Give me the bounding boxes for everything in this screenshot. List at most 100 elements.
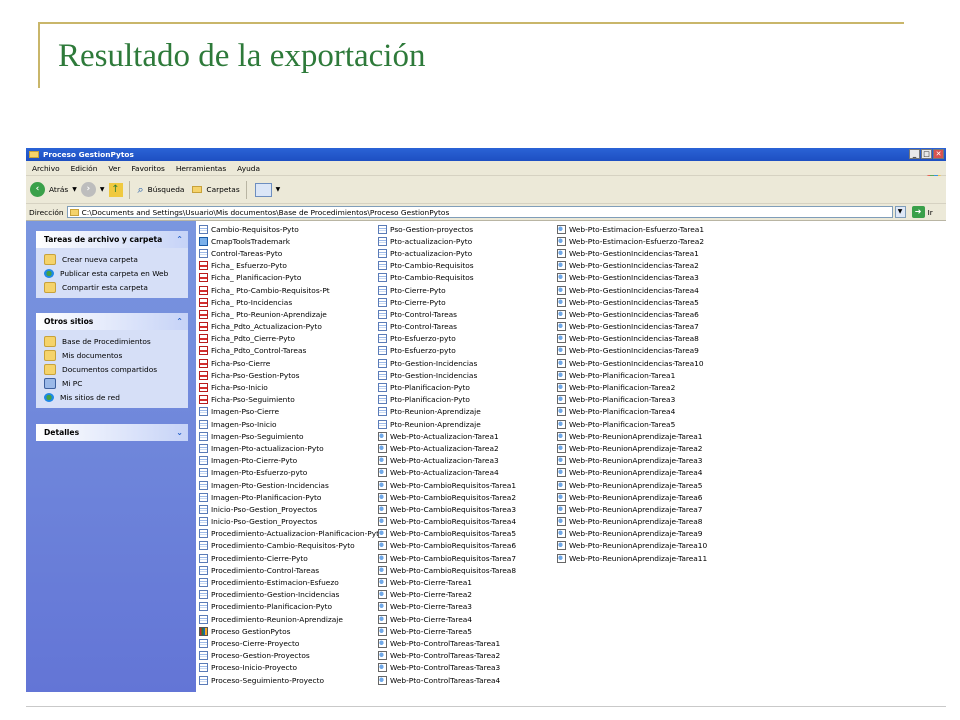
file-item[interactable]: Pto-Cierre-Pyto	[378, 284, 516, 296]
file-item[interactable]: Proceso-Cierre-Proyecto	[199, 637, 384, 649]
file-item[interactable]: Web-Pto-CambioRequisitos-Tarea6	[378, 540, 516, 552]
file-item[interactable]: Web-Pto-ReunionAprendizaje-Tarea10	[557, 540, 707, 552]
file-item[interactable]: Web-Pto-ReunionAprendizaje-Tarea4	[557, 467, 707, 479]
file-item[interactable]: Web-Pto-CambioRequisitos-Tarea5	[378, 528, 516, 540]
file-item[interactable]: Web-Pto-Planificacion-Tarea5	[557, 418, 707, 430]
file-item[interactable]: Web-Pto-GestionIncidencias-Tarea1	[557, 247, 707, 259]
place-base-procedimientos[interactable]: Base de Procedimientos	[44, 334, 182, 348]
file-item[interactable]: Ficha_Pdto_Actualizacion-Pyto	[199, 321, 384, 333]
file-item[interactable]: Web-Pto-Cierre-Tarea1	[378, 576, 516, 588]
menu-archivo[interactable]: Archivo	[32, 164, 60, 173]
file-item[interactable]: Ficha_ Pto-Incidencias	[199, 296, 384, 308]
file-item[interactable]: Imagen-Pto-Cierre-Pyto	[199, 455, 384, 467]
file-item[interactable]: Web-Pto-ControlTareas-Tarea4	[378, 674, 516, 686]
file-item[interactable]: Web-Pto-GestionIncidencias-Tarea4	[557, 284, 707, 296]
file-item[interactable]: Pto-Cambio-Requisitos	[378, 260, 516, 272]
file-item[interactable]: Ficha_Pdto_Cierre-Pyto	[199, 333, 384, 345]
file-item[interactable]: Imagen-Pto-actualizacion-Pyto	[199, 442, 384, 454]
file-item[interactable]: Ficha_Pdto_Control-Tareas	[199, 345, 384, 357]
file-item[interactable]: Ficha_ Planificacion-Pyto	[199, 272, 384, 284]
chevron-down-icon[interactable]: ▼	[276, 186, 281, 193]
file-item[interactable]: Ficha-Pso-Inicio	[199, 381, 384, 393]
panel-header[interactable]: Tareas de archivo y carpeta ⌃	[36, 231, 188, 248]
file-item[interactable]: Ficha_ Pto-Reunion-Aprendizaje	[199, 308, 384, 320]
file-item[interactable]: Web-Pto-Planificacion-Tarea2	[557, 381, 707, 393]
chevron-down-icon[interactable]: ▼	[100, 186, 105, 193]
file-item[interactable]: Web-Pto-CambioRequisitos-Tarea1	[378, 479, 516, 491]
file-item[interactable]: Procedimiento-Gestion-Incidencias	[199, 589, 384, 601]
file-item[interactable]: Web-Pto-CambioRequisitos-Tarea4	[378, 516, 516, 528]
file-item[interactable]: Ficha-Pso-Gestion-Pytos	[199, 369, 384, 381]
file-item[interactable]: Pto-Control-Tareas	[378, 321, 516, 333]
file-item[interactable]: Procedimiento-Reunion-Aprendizaje	[199, 613, 384, 625]
file-item[interactable]: Cambio-Requisitos-Pyto	[199, 223, 384, 235]
file-item[interactable]: Web-Pto-ReunionAprendizaje-Tarea7	[557, 503, 707, 515]
file-item[interactable]: Pto-Cambio-Requisitos	[378, 272, 516, 284]
file-item[interactable]: Web-Pto-CambioRequisitos-Tarea7	[378, 552, 516, 564]
back-button[interactable]: ‹ Atrás ▼	[30, 182, 77, 197]
file-item[interactable]: Web-Pto-Cierre-Tarea3	[378, 601, 516, 613]
file-item[interactable]: Web-Pto-GestionIncidencias-Tarea10	[557, 357, 707, 369]
close-button[interactable]: ✕	[933, 149, 944, 159]
file-item[interactable]: Web-Pto-Actualizacion-Tarea3	[378, 455, 516, 467]
file-item[interactable]: Web-Pto-CambioRequisitos-Tarea8	[378, 564, 516, 576]
forward-button[interactable]: › ▼	[80, 182, 105, 197]
menu-herramientas[interactable]: Herramientas	[176, 164, 226, 173]
up-folder-button[interactable]: ↑	[108, 182, 123, 197]
file-item[interactable]: Web-Pto-Planificacion-Tarea4	[557, 406, 707, 418]
file-item[interactable]: Ficha_ Esfuerzo-Pyto	[199, 260, 384, 272]
file-item[interactable]: Web-Pto-GestionIncidencias-Tarea5	[557, 296, 707, 308]
file-item[interactable]: Proceso-Gestion-Proyectos	[199, 650, 384, 662]
file-item[interactable]: Web-Pto-GestionIncidencias-Tarea8	[557, 333, 707, 345]
file-item[interactable]: Pto-Esfuerzo-pyto	[378, 345, 516, 357]
go-button[interactable]: ➜ Ir	[911, 206, 933, 218]
file-item[interactable]: Pto-Gestion-Incidencias	[378, 369, 516, 381]
chevron-down-icon[interactable]: ▼	[72, 186, 77, 193]
file-item[interactable]: Web-Pto-Actualizacion-Tarea4	[378, 467, 516, 479]
file-item[interactable]: Web-Pto-ReunionAprendizaje-Tarea2	[557, 442, 707, 454]
place-mis-documentos[interactable]: Mis documentos	[44, 348, 182, 362]
menu-ayuda[interactable]: Ayuda	[237, 164, 260, 173]
menu-favoritos[interactable]: Favoritos	[131, 164, 164, 173]
file-item[interactable]: Web-Pto-ReunionAprendizaje-Tarea11	[557, 552, 707, 564]
file-item[interactable]: Web-Pto-GestionIncidencias-Tarea3	[557, 272, 707, 284]
file-item[interactable]: Web-Pto-Cierre-Tarea2	[378, 589, 516, 601]
file-item[interactable]: Pso-Gestion-proyectos	[378, 223, 516, 235]
file-item[interactable]: Web-Pto-ReunionAprendizaje-Tarea5	[557, 479, 707, 491]
file-item[interactable]: Procedimiento-Planificacion-Pyto	[199, 601, 384, 613]
file-item[interactable]: Pto-Reunion-Aprendizaje	[378, 418, 516, 430]
maximize-button[interactable]: □	[921, 149, 932, 159]
file-item[interactable]: Web-Pto-ControlTareas-Tarea1	[378, 637, 516, 649]
task-publish-web[interactable]: Publicar esta carpeta en Web	[44, 266, 182, 280]
address-dropdown-button[interactable]: ▼	[894, 206, 906, 218]
file-item[interactable]: Pto-Reunion-Aprendizaje	[378, 406, 516, 418]
file-item[interactable]: Web-Pto-GestionIncidencias-Tarea2	[557, 260, 707, 272]
menu-edicion[interactable]: Edición	[71, 164, 98, 173]
file-item[interactable]: Web-Pto-GestionIncidencias-Tarea7	[557, 321, 707, 333]
file-item[interactable]: Proceso-Inicio-Proyecto	[199, 662, 384, 674]
place-documentos-compartidos[interactable]: Documentos compartidos	[44, 362, 182, 376]
file-item[interactable]: Web-Pto-Planificacion-Tarea3	[557, 394, 707, 406]
file-item[interactable]: CmapToolsTrademark	[199, 235, 384, 247]
file-item[interactable]: Ficha-Pso-Seguimiento	[199, 394, 384, 406]
panel-header[interactable]: Detalles ⌄	[36, 424, 188, 441]
file-item[interactable]: Pto-Cierre-Pyto	[378, 296, 516, 308]
file-item[interactable]: Pto-Planificacion-Pyto	[378, 381, 516, 393]
address-input[interactable]: C:\Documents and Settings\Usuario\Mis do…	[66, 206, 893, 218]
file-item[interactable]: Web-Pto-Cierre-Tarea4	[378, 613, 516, 625]
place-mi-pc[interactable]: Mi PC	[44, 376, 182, 390]
file-item[interactable]: Web-Pto-ReunionAprendizaje-Tarea9	[557, 528, 707, 540]
window-title-bar[interactable]: Proceso GestionPytos _ □ ✕	[26, 148, 946, 161]
file-item[interactable]: Proceso-Seguimiento-Proyecto	[199, 674, 384, 686]
file-item[interactable]: Imagen-Pto-Gestion-Incidencias	[199, 479, 384, 491]
file-item[interactable]: Web-Pto-Actualizacion-Tarea2	[378, 442, 516, 454]
file-item[interactable]: Control-Tareas-Pyto	[199, 247, 384, 259]
file-item[interactable]: Inicio-Pso-Gestion_Proyectos	[199, 503, 384, 515]
file-item[interactable]: Pto-Planificacion-Pyto	[378, 394, 516, 406]
file-item[interactable]: Web-Pto-GestionIncidencias-Tarea6	[557, 308, 707, 320]
task-new-folder[interactable]: Crear nueva carpeta	[44, 252, 182, 266]
file-item[interactable]: Pto-actualizacion-Pyto	[378, 247, 516, 259]
views-button[interactable]: ▼	[254, 182, 281, 197]
file-item[interactable]: Web-Pto-ReunionAprendizaje-Tarea8	[557, 516, 707, 528]
file-item[interactable]: Web-Pto-CambioRequisitos-Tarea2	[378, 491, 516, 503]
